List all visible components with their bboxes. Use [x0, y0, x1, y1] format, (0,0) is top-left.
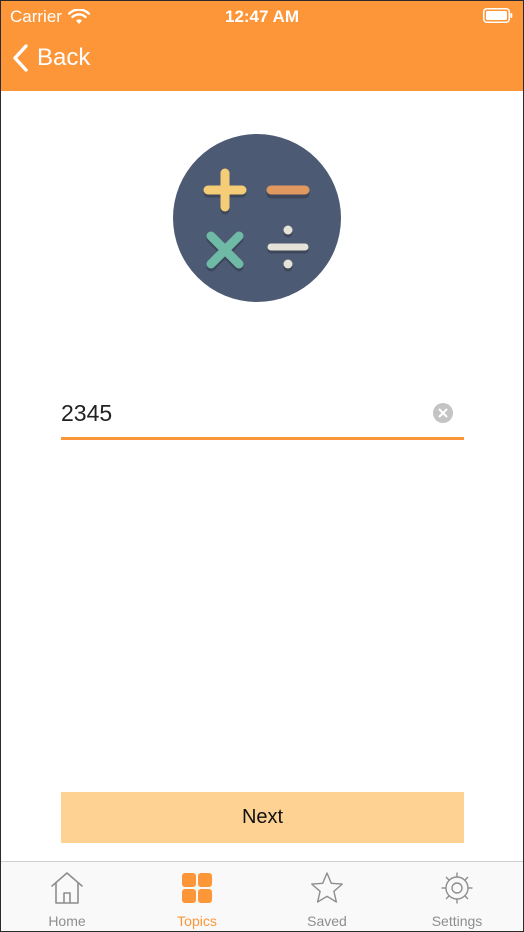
minus-icon: [266, 185, 310, 199]
number-input[interactable]: [61, 391, 421, 435]
topics-grid-icon: [182, 873, 212, 903]
clear-icon[interactable]: [433, 403, 453, 423]
battery-icon: [483, 8, 513, 23]
input-underline: [61, 437, 464, 440]
tab-saved[interactable]: Saved: [262, 862, 392, 931]
gear-icon: [441, 872, 473, 904]
tab-home[interactable]: Home: [2, 862, 132, 931]
back-button[interactable]: Back: [11, 43, 90, 73]
tab-label-saved: Saved: [307, 913, 347, 929]
next-button[interactable]: Next: [61, 792, 464, 843]
tab-label-settings: Settings: [431, 913, 483, 929]
tab-bar: Home Topics Saved Settings: [1, 861, 523, 931]
app-screen: Carrier 12:47 AM Back 2345 Next Home Top…: [0, 0, 524, 932]
home-icon: [51, 872, 83, 904]
status-time: 12:47 AM: [224, 7, 299, 26]
number-input-group: [61, 391, 464, 440]
tab-label-home: Home: [48, 913, 86, 929]
tab-topics[interactable]: Topics: [132, 862, 262, 931]
tab-label-topics: Topics: [177, 913, 217, 929]
star-icon: [311, 872, 343, 903]
back-label: Back: [37, 44, 91, 71]
header: Carrier 12:47 AM Back: [1, 1, 523, 91]
tab-settings[interactable]: Settings: [392, 862, 522, 931]
status-bar: Carrier 12:47 AM: [1, 1, 523, 31]
calculator-operators-icon: [173, 134, 341, 302]
chevron-left-icon: [13, 44, 28, 72]
nav-bar: Back: [1, 35, 523, 87]
